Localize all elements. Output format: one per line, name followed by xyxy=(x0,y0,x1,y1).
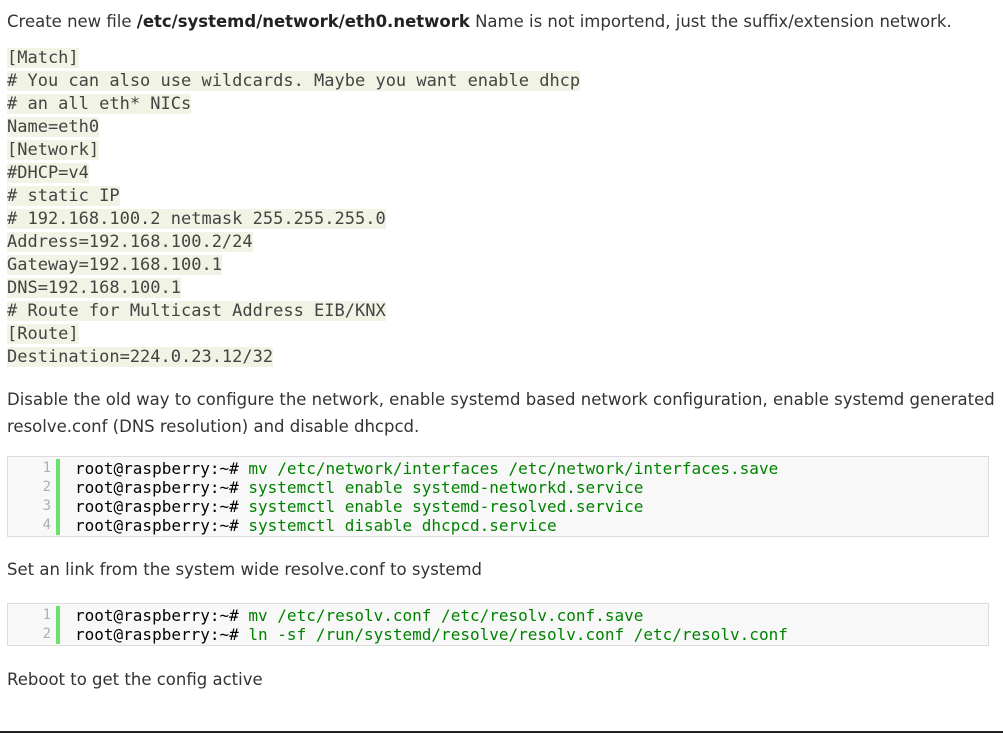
intro-text-after: Name is not importend, just the suffix/e… xyxy=(469,12,952,31)
intro-text-before: Create new file xyxy=(7,12,137,31)
config-line: Address=192.168.100.2/24 xyxy=(7,232,253,252)
reboot-paragraph: Reboot to get the config active xyxy=(7,670,263,689)
config-line: [Match] xyxy=(7,48,79,68)
config-line: Destination=224.0.23.12/32 xyxy=(7,347,274,367)
line-number: 4 xyxy=(42,517,51,533)
code-line: 2 root@raspberry:~# ln -sf /run/systemd/… xyxy=(8,625,988,644)
shell-prompt: root@raspberry:~# xyxy=(75,459,239,478)
article-body: Create new file /etc/systemd/network/eth… xyxy=(7,8,997,693)
code-block-resolv-link[interactable]: 1 root@raspberry:~# mv /etc/resolv.conf … xyxy=(7,603,989,646)
shell-prompt: root@raspberry:~# xyxy=(75,478,239,497)
shell-command: mv /etc/resolv.conf /etc/resolv.conf.sav… xyxy=(238,606,644,625)
config-line: [Route] xyxy=(7,324,79,344)
code-line: 3 root@raspberry:~# systemctl enable sys… xyxy=(8,497,988,516)
code-block-network-setup[interactable]: 1 root@raspberry:~# mv /etc/network/inte… xyxy=(7,456,989,537)
config-line: # static IP xyxy=(7,186,120,206)
line-number: 1 xyxy=(42,607,51,623)
shell-command: mv /etc/network/interfaces /etc/network/… xyxy=(238,459,779,478)
config-line: Name=eth0 xyxy=(7,117,100,137)
config-line: [Network] xyxy=(7,140,100,160)
config-file-content: [Match] # You can also use wildcards. Ma… xyxy=(7,47,997,369)
line-number: 1 xyxy=(42,460,51,476)
config-line: # You can also use wildcards. Maybe you … xyxy=(7,71,581,91)
config-line: #DHCP=v4 xyxy=(7,163,89,183)
shell-prompt: root@raspberry:~# xyxy=(75,625,239,644)
shell-command: systemctl enable systemd-resolved.servic… xyxy=(238,497,644,516)
config-line: DNS=192.168.100.1 xyxy=(7,278,181,298)
shell-prompt: root@raspberry:~# xyxy=(75,606,239,625)
disable-old-network-paragraph: Disable the old way to configure the net… xyxy=(7,390,995,436)
line-number: 2 xyxy=(42,479,51,495)
code-line: 2 root@raspberry:~# systemctl enable sys… xyxy=(8,478,988,497)
shell-prompt: root@raspberry:~# xyxy=(75,497,239,516)
code-line: 1 root@raspberry:~# mv /etc/network/inte… xyxy=(8,459,988,478)
line-number: 3 xyxy=(42,498,51,514)
file-path: /etc/systemd/network/eth0.network xyxy=(136,12,470,31)
line-number: 2 xyxy=(42,626,51,642)
config-line: # an all eth* NICs xyxy=(7,94,192,114)
shell-command: systemctl disable dhcpcd.service xyxy=(238,516,557,535)
shell-command: systemctl enable systemd-networkd.servic… xyxy=(238,478,644,497)
resolv-link-paragraph: Set an link from the system wide resolve… xyxy=(7,560,483,579)
shell-command: ln -sf /run/systemd/resolve/resolv.conf … xyxy=(238,625,788,644)
intro-paragraph: Create new file /etc/systemd/network/eth… xyxy=(7,8,997,35)
code-line: 1 root@raspberry:~# mv /etc/resolv.conf … xyxy=(8,606,988,625)
config-line: Gateway=192.168.100.1 xyxy=(7,255,222,275)
shell-prompt: root@raspberry:~# xyxy=(75,516,239,535)
config-line: # Route for Multicast Address EIB/KNX xyxy=(7,301,386,321)
config-line: # 192.168.100.2 netmask 255.255.255.0 xyxy=(7,209,386,229)
code-line: 4 root@raspberry:~# systemctl disable dh… xyxy=(8,516,988,535)
